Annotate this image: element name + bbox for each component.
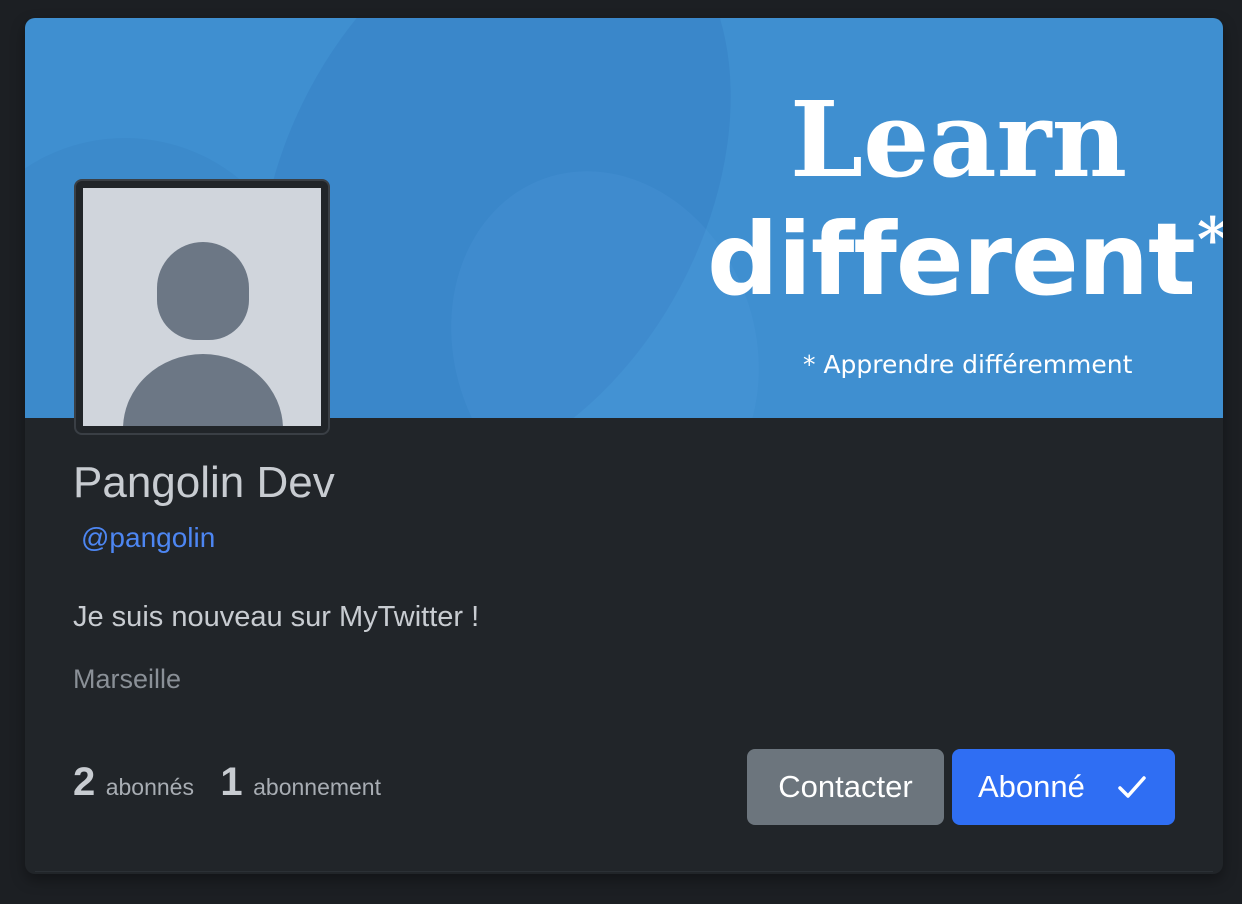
banner-subtitle: * Apprendre différemment: [803, 350, 1133, 379]
profile-stats: 2 abonnés 1 abonnement: [73, 760, 403, 805]
banner-asterisk: *: [1197, 210, 1223, 270]
following-toggle-button[interactable]: Abonné: [952, 749, 1175, 825]
followers-stat[interactable]: 2 abonnés: [73, 760, 194, 805]
contact-button[interactable]: Contacter: [747, 749, 944, 825]
profile-name: Pangolin Dev: [73, 458, 335, 507]
user-silhouette-icon: [83, 188, 321, 426]
followers-label: abonnés: [105, 774, 194, 800]
following-count: 1: [220, 760, 243, 804]
profile-bio: Je suis nouveau sur MyTwitter !: [73, 601, 480, 633]
banner-line-learn: Learn: [790, 78, 1128, 201]
profile-location: Marseille: [73, 664, 182, 694]
followers-count: 2: [73, 760, 96, 804]
card-divider: [35, 871, 1213, 872]
following-label: abonnement: [253, 774, 381, 800]
avatar[interactable]: [74, 179, 330, 435]
banner-line-different: different: [707, 201, 1196, 318]
check-icon: [1118, 776, 1146, 798]
avatar-body: [123, 354, 283, 426]
following-stat[interactable]: 1 abonnement: [220, 760, 381, 805]
follow-button-label: Abonné: [978, 769, 1085, 804]
avatar-head: [157, 242, 249, 340]
profile-card: Learn different * * Apprendre différemme…: [25, 18, 1223, 874]
profile-handle[interactable]: @pangolin: [81, 522, 215, 554]
